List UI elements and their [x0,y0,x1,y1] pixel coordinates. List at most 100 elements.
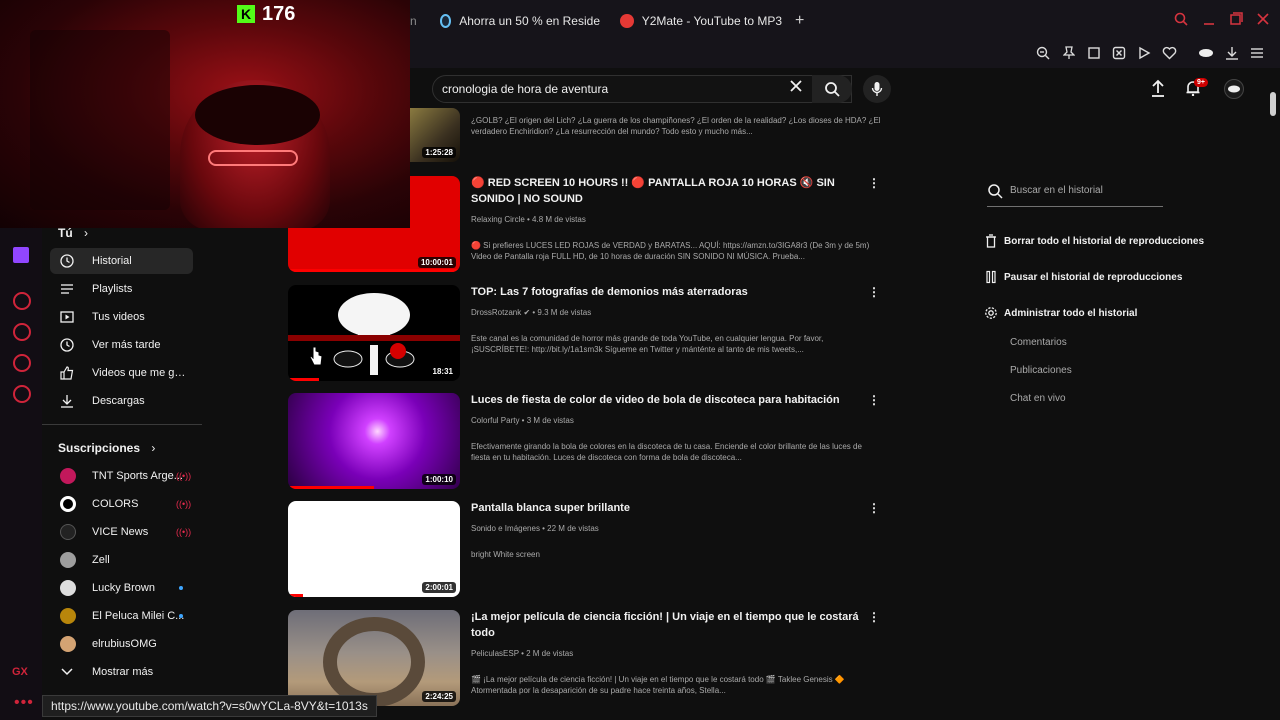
snapshot-icon[interactable] [1085,44,1103,62]
chevron-right-icon: › [84,226,89,240]
player-sidebar-icon[interactable] [13,292,31,310]
subscriptions-header-label: Suscripciones [58,441,141,455]
tab-label: Ahorra un 50 % en Reside [459,14,600,28]
guide-item-your-videos[interactable]: Tus videos [50,304,193,330]
more-actions-icon[interactable]: ⋮ [868,501,880,515]
guide-subscriptions-header[interactable]: Suscripciones › [58,441,155,455]
video-title[interactable]: ¡La mejor película de ciencia ficción! |… [471,609,871,641]
player-icon[interactable] [1135,44,1153,62]
search-button[interactable] [812,75,852,103]
close-icon[interactable] [1257,12,1269,28]
gear-icon [984,306,998,320]
video-thumbnail[interactable]: 1:25:28 [410,108,460,162]
guide-you-header[interactable]: Tú › [58,226,88,240]
watch-progress-bar [288,269,460,272]
subscription-item[interactable]: El Peluca Milei C... [50,603,193,629]
live-indicator-icon: ((•)) [176,471,192,481]
guide-item-playlists[interactable]: Playlists [50,276,193,302]
create-upload-icon[interactable] [1150,79,1166,102]
live-indicator-icon: ((•)) [176,499,192,509]
pause-history-button[interactable]: Pausar el historial de reproducciones [984,269,1182,285]
maximize-icon[interactable] [1230,12,1243,28]
more-actions-icon[interactable]: ⋮ [868,610,880,624]
subscription-item[interactable]: Zell [50,547,193,573]
guide-item-label: Ver más tarde [92,339,161,351]
channel-avatar [60,552,76,568]
video-title[interactable]: TOP: Las 7 fotografías de demonios más a… [471,284,871,300]
show-more-button[interactable]: Mostrar más [50,659,193,685]
subscription-item[interactable]: Lucky Brown [50,575,193,601]
account-avatar[interactable] [1224,79,1244,99]
gx-logo-icon[interactable]: GX [12,666,28,678]
profile-icon[interactable] [1197,44,1215,62]
video-description: bright White screen [471,550,540,559]
video-title[interactable]: Pantalla blanca super brillante [471,500,871,516]
channel-name: Zell [92,554,110,566]
history-link-live-chat[interactable]: Chat en vivo [1010,393,1066,404]
new-tab-button[interactable]: + [795,12,804,30]
manage-history-button[interactable]: Administrar todo el historial [984,305,1137,321]
pin-icon[interactable] [1060,44,1078,62]
video-thumbnail[interactable]: 2:24:25 [288,610,460,706]
zoom-out-icon[interactable] [1034,44,1052,62]
video-thumbnail[interactable]: 18:31 [288,285,460,381]
browser-tab-steam[interactable]: Ahorra un 50 % en Reside [440,10,600,32]
twitch-icon[interactable] [13,247,29,263]
guide-item-history[interactable]: Historial [50,248,193,274]
history-link-comments[interactable]: Comentarios [1010,337,1067,348]
video-thumbnail[interactable]: 2:00:01 [288,501,460,597]
menu-icon[interactable] [1248,44,1266,62]
shield-icon[interactable] [1110,44,1128,62]
status-bar-url: https://www.youtube.com/watch?v=s0wYCLa-… [42,695,377,717]
video-title[interactable]: 🔴 RED SCREEN 10 HOURS !! 🔴 PANTALLA ROJA… [471,175,871,207]
extensions-sidebar-icon[interactable] [13,354,31,372]
video-meta: DrossRotzank ✔ • 9.3 M de vistas [471,308,592,317]
channel-name: Lucky Brown [92,582,155,594]
more-options-icon[interactable]: ••• [14,694,34,712]
voice-search-button[interactable] [863,75,891,103]
guide-item-downloads[interactable]: Descargas [50,388,193,414]
browser-tab[interactable]: n [410,10,422,32]
notification-count-badge: 9+ [1194,78,1208,87]
video-title[interactable]: Luces de fiesta de color de video de bol… [471,392,871,408]
search-query[interactable]: cronologia de hora de aventura [442,82,608,96]
search-icon[interactable] [987,183,1003,199]
guide-item-watch-later[interactable]: Ver más tarde [50,332,193,358]
heart-icon[interactable] [1160,44,1178,62]
more-actions-icon[interactable]: ⋮ [868,393,880,407]
more-actions-icon[interactable]: ⋮ [868,285,880,299]
action-label: Administrar todo el historial [1004,307,1138,319]
download-icon [60,394,74,408]
history-search-input[interactable]: Buscar en el historial [1010,185,1103,196]
video-duration: 2:00:01 [422,582,456,593]
subscription-item[interactable]: VICE News ((•)) [50,519,193,545]
download-icon[interactable] [1223,44,1241,62]
action-label: Pausar el historial de reproducciones [1004,271,1183,283]
clear-history-button[interactable]: Borrar todo el historial de reproduccion… [984,233,1204,249]
video-description: 🔴 Si prefieres LUCES LED ROJAS de VERDAD… [471,241,870,261]
more-actions-icon[interactable]: ⋮ [868,176,880,190]
guide-item-liked[interactable]: Videos que me gus... [50,360,193,386]
page-scrollbar-thumb[interactable] [1270,92,1276,116]
search-tabs-icon[interactable] [1174,12,1188,29]
history-link-posts[interactable]: Publicaciones [1010,365,1072,376]
minimize-icon[interactable] [1203,12,1215,29]
video-duration: 1:00:10 [422,474,456,485]
tab-label: n [410,14,417,28]
clear-search-icon[interactable] [789,79,803,98]
webcam-overlay: K 176 [0,0,410,228]
browser-tab-y2mate[interactable]: Y2Mate - YouTube to MP3 [620,10,782,32]
chevron-right-icon: › [151,441,156,455]
viewer-count: 176 [262,3,296,25]
history-sidebar-icon[interactable] [13,323,31,341]
settings-sidebar-icon[interactable] [13,385,31,403]
subscription-item[interactable]: elrubiusOMG [50,631,193,657]
subscription-item[interactable]: COLORS ((•)) [50,491,193,517]
guide-item-label: Playlists [92,283,133,295]
channel-name: VICE News [92,526,149,538]
watch-later-icon [60,338,74,352]
video-description: Efectivamente girando la bola de colores… [471,442,862,462]
subscription-item[interactable]: TNT Sports Arge... ((•)) [50,463,193,489]
playlists-icon [60,282,74,296]
video-thumbnail[interactable]: 1:00:10 [288,393,460,489]
